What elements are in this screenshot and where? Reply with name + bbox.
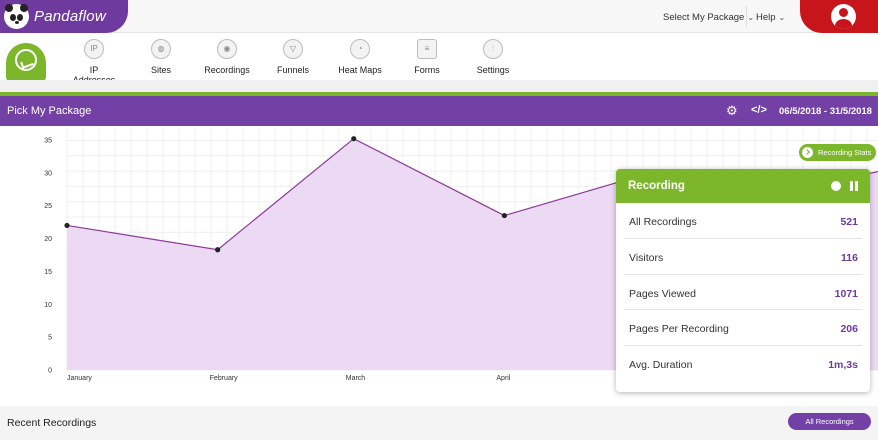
y-tick-label: 25 xyxy=(44,203,52,210)
stat-row-all-recordings: All Recordings 521 xyxy=(624,203,862,239)
funnel-icon: ▽ xyxy=(283,39,303,59)
x-tick-label: April xyxy=(496,375,510,382)
nav-item-label: Funnels xyxy=(276,65,310,75)
stat-row-pages-viewed: Pages Viewed 1071 xyxy=(624,275,862,311)
recording-stats-label: Recording Stats xyxy=(818,148,872,157)
sliders-icon: ⫶ xyxy=(483,39,503,59)
stat-row-pages-per-recording: Pages Per Recording 206 xyxy=(624,310,862,347)
stat-value: 1m,3s xyxy=(828,359,858,372)
nav-item-label: Heat Maps xyxy=(338,65,382,75)
stat-row-avg-duration: Avg. Duration 1m,3s xyxy=(624,346,862,382)
stat-label: Pages Per Recording xyxy=(629,323,729,336)
nav-item-sites[interactable]: ◍ Sites xyxy=(143,39,179,75)
stat-value: 206 xyxy=(840,323,858,336)
user-area[interactable] xyxy=(800,0,878,33)
y-tick-label: 20 xyxy=(44,236,52,243)
nav-item-recordings[interactable]: ◉ Recordings xyxy=(204,39,250,75)
chart-point xyxy=(215,247,221,253)
help-menu[interactable]: Help ⌄ xyxy=(756,12,785,23)
nav-item-label: Sites xyxy=(150,65,171,75)
gear-icon[interactable]: ⚙ xyxy=(726,103,738,119)
brand-name: Pandaflow xyxy=(34,8,106,25)
y-tick-label: 30 xyxy=(44,170,52,177)
y-tick-label: 5 xyxy=(48,335,52,342)
stat-value: 116 xyxy=(841,251,858,264)
nav-item-forms[interactable]: ≡ Forms xyxy=(411,39,443,75)
nav-item-ip-addresses[interactable]: IP IP Addresses xyxy=(68,39,120,85)
user-avatar-icon[interactable] xyxy=(831,4,856,29)
nav-item-settings[interactable]: ⫶ Settings xyxy=(474,39,512,75)
panel-title: Recording xyxy=(628,180,685,192)
globe-icon: ◍ xyxy=(151,39,171,59)
x-tick-label: March xyxy=(346,375,366,382)
chart-point xyxy=(501,212,507,219)
chart-point xyxy=(351,136,357,142)
nav-item-label: Forms xyxy=(414,65,440,75)
recording-panel: Recording All Recordings 521 Visitors 11… xyxy=(616,169,870,392)
eye-icon: ◉ xyxy=(217,39,237,59)
record-icon[interactable] xyxy=(831,181,841,191)
all-recordings-button[interactable]: All Recordings xyxy=(788,413,871,430)
section-title: Recent Recordings xyxy=(7,417,97,429)
brand-area[interactable]: Pandaflow xyxy=(0,0,128,33)
recent-recordings-section: Recent Recordings All Recordings xyxy=(0,406,878,440)
pause-icon[interactable] xyxy=(850,181,858,191)
nav-item-label: Recordings xyxy=(204,65,250,75)
recording-panel-header: Recording xyxy=(616,169,870,203)
stat-value: 1071 xyxy=(834,287,858,300)
x-tick-label: February xyxy=(210,375,239,382)
y-tick-label: 15 xyxy=(44,269,52,276)
panda-logo-icon xyxy=(4,4,29,29)
stat-label: All Recordings xyxy=(629,216,697,228)
page-title: Pick My Package xyxy=(7,105,92,117)
dashboard-icon xyxy=(15,49,37,71)
nav-item-label: Settings xyxy=(476,65,510,75)
y-tick-label: 0 xyxy=(48,368,52,375)
chart-point xyxy=(64,222,70,229)
y-tick-label: 10 xyxy=(44,302,52,309)
stat-row-visitors: Visitors 116 xyxy=(624,239,862,275)
select-package-menu[interactable]: Select My Package ⌄ xyxy=(663,12,754,23)
date-range-picker[interactable]: 06/5/2018 - 31/5/2018 xyxy=(779,106,872,117)
chevron-down-icon: ⌄ xyxy=(747,13,755,22)
dashboard-tab[interactable] xyxy=(6,43,46,81)
form-icon: ≡ xyxy=(417,39,437,59)
chevron-down-icon: ⌄ xyxy=(778,13,786,22)
select-package-label: Select My Package xyxy=(663,12,745,23)
gauge-icon: ◔ xyxy=(350,39,370,59)
arrow-right-icon xyxy=(802,147,813,158)
help-label: Help xyxy=(756,12,776,23)
dashboard-header: Pick My Package ⚙ </> 06/5/2018 - 31/5/2… xyxy=(0,96,878,126)
stat-label: Pages Viewed xyxy=(629,287,696,300)
stat-label: Visitors xyxy=(629,251,664,264)
ip-pin-icon: IP xyxy=(84,39,104,59)
x-tick-label: January xyxy=(67,375,92,382)
stat-value: 521 xyxy=(840,216,858,228)
menu-divider xyxy=(746,6,747,27)
main-nav: IP IP Addresses ◍ Sites ◉ Recordings ▽ F… xyxy=(0,33,878,85)
y-tick-label: 35 xyxy=(44,138,52,145)
stat-label: Avg. Duration xyxy=(629,359,693,372)
code-icon[interactable]: </> xyxy=(751,104,767,116)
nav-spacer xyxy=(0,80,878,92)
nav-item-heat-maps[interactable]: ◔ Heat Maps xyxy=(337,39,383,75)
nav-item-funnels[interactable]: ▽ Funnels xyxy=(275,39,311,75)
recording-stats-button[interactable]: Recording Stats xyxy=(799,144,876,161)
top-bar: Pandaflow Select My Package ⌄ Help ⌄ xyxy=(0,0,878,33)
